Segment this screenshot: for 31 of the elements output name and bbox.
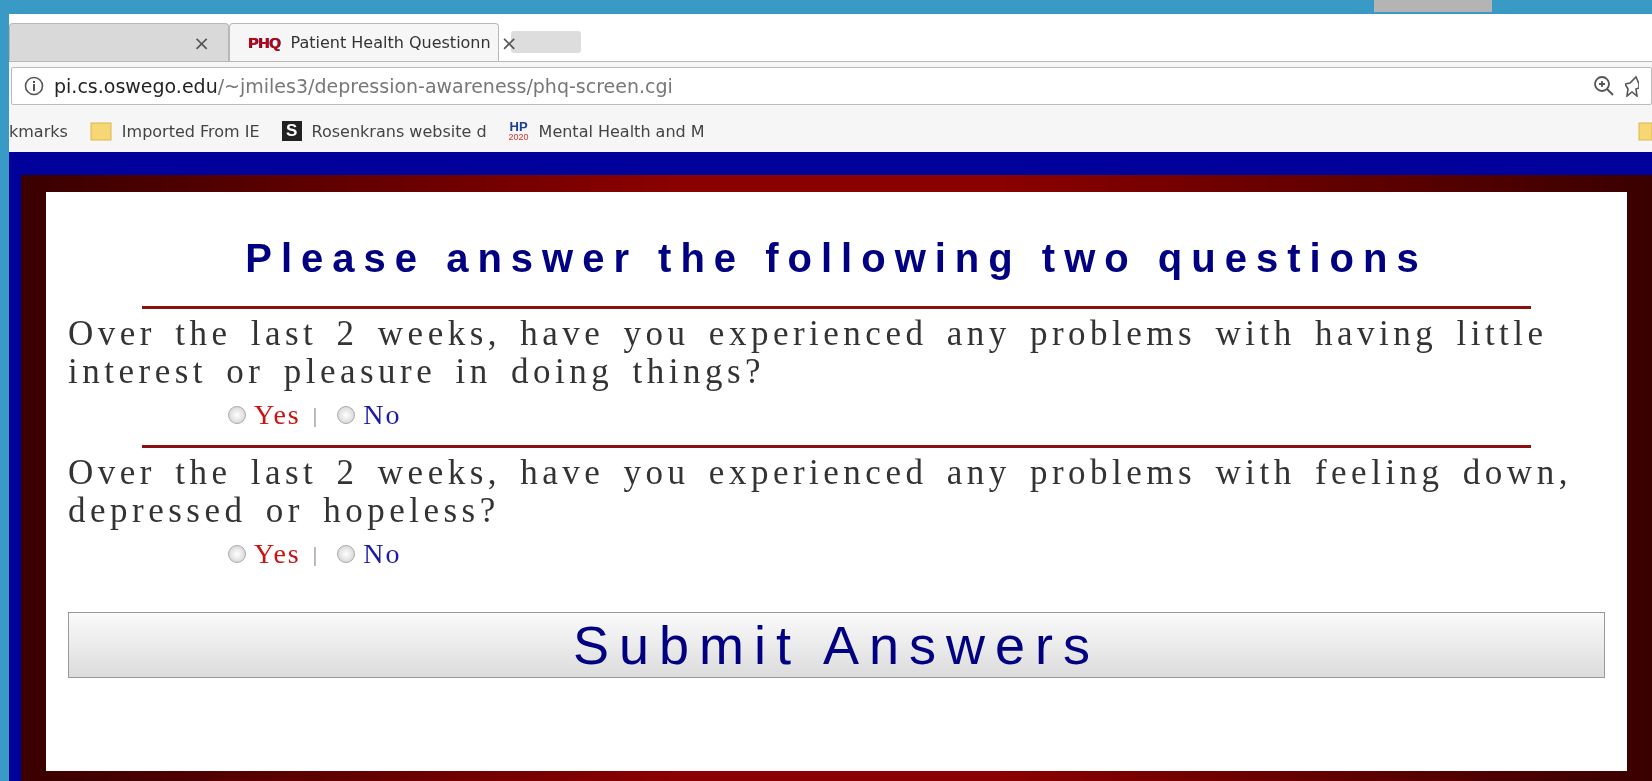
tab-title: Patient Health Questionn <box>290 33 491 52</box>
close-icon[interactable]: × <box>500 30 518 55</box>
option-label[interactable]: No <box>363 399 402 431</box>
folder-icon <box>89 121 112 141</box>
separator-text: | <box>312 402 320 428</box>
folder-icon[interactable] <box>1638 121 1652 141</box>
bookmark-star-icon[interactable] <box>1625 75 1639 97</box>
radio-button[interactable] <box>228 545 246 563</box>
radio-button[interactable] <box>337 406 356 424</box>
bookmark-link[interactable]: Mental Health and M <box>538 121 705 141</box>
bookmark-link[interactable]: kmarks <box>9 121 68 141</box>
favicon: PHQ <box>248 34 281 51</box>
question-text: Over the last 2 weeks, have you experienced any problems with feeling down, depressed or hopeless? <box>68 454 1573 530</box>
radio-button[interactable] <box>228 406 246 424</box>
separator-text: | <box>312 541 320 567</box>
bookmark-link[interactable]: Imported From IE <box>121 121 260 141</box>
radio-button[interactable] <box>337 545 356 563</box>
question-text: Over the last 2 weeks, have you experienced any problems with having little interest or pleasure in doing things? <box>68 315 1549 391</box>
browser-tab[interactable]: × <box>9 23 229 61</box>
close-icon[interactable]: × <box>193 30 210 55</box>
submit-button[interactable]: Submit Answers <box>68 612 1605 678</box>
option-label[interactable]: Yes <box>254 399 301 431</box>
site-icon: S <box>281 121 302 141</box>
address-bar[interactable]: pi.cs.oswego.edu/~jmiles3/depression-awareness/phq-screen.cgi <box>11 67 1652 105</box>
option-label[interactable]: No <box>363 538 402 570</box>
zoom-icon[interactable] <box>1593 75 1615 97</box>
option-label[interactable]: Yes <box>254 538 301 570</box>
site-icon: HP 2020 <box>508 120 529 142</box>
form-heading: Please answer the following two questions <box>244 236 1429 280</box>
bookmark-link[interactable]: Rosenkrans website d <box>311 121 487 141</box>
info-icon[interactable] <box>24 76 44 96</box>
